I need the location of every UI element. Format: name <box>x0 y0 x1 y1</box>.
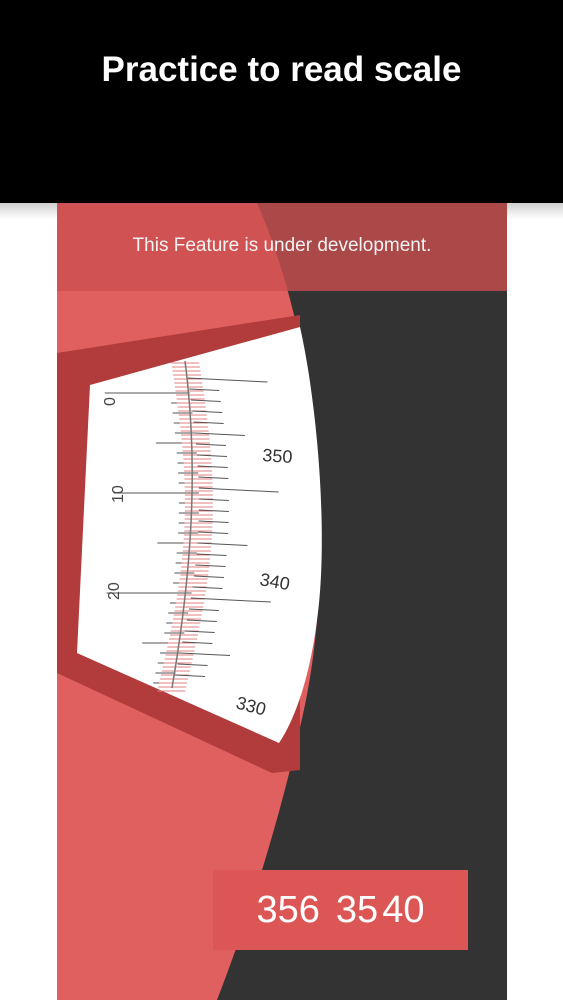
banner-title: Practice to read scale <box>101 50 462 89</box>
main-label-20: 20 <box>106 582 123 600</box>
notice-text: This Feature is under development. <box>132 235 432 256</box>
reading-degrees: 356 <box>256 888 320 931</box>
promo-banner: Practice to read scale <box>0 0 563 203</box>
main-label-10: 10 <box>110 485 127 503</box>
reading-display: 356 35 40 <box>213 870 468 950</box>
reading-seconds: 40 <box>382 888 425 931</box>
reading-minutes: 35 <box>335 888 379 931</box>
notice-banner: This Feature is under development. <box>57 203 507 291</box>
app-screen: 0 10 20 350 340 330 This Feature is unde… <box>57 203 507 1000</box>
main-label-0: 0 <box>102 397 119 406</box>
vernier-label-350: 350 <box>262 445 293 467</box>
